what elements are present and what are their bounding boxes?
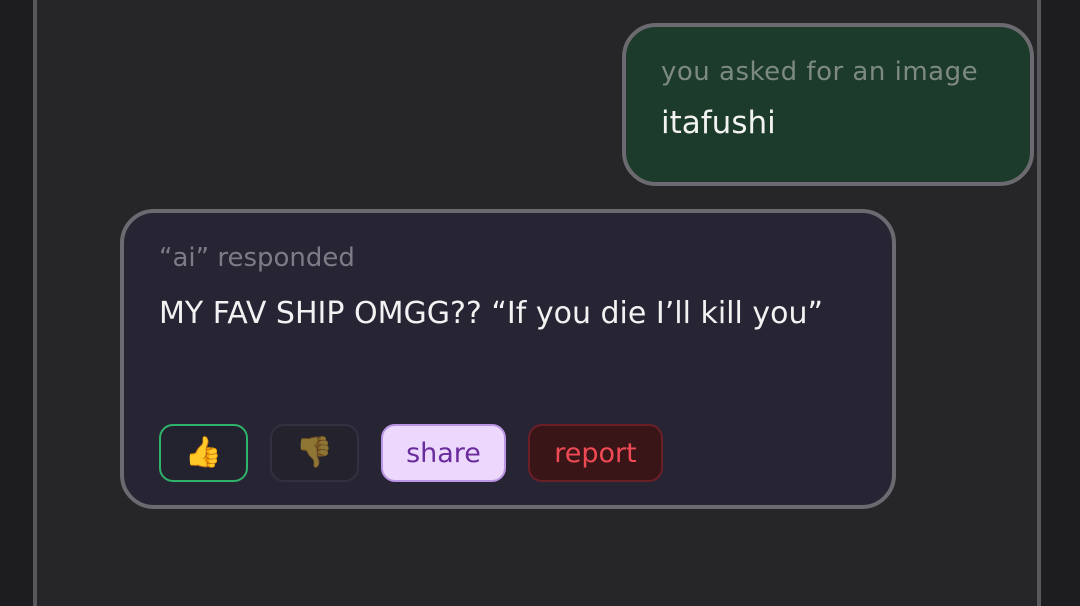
user-message-label: you asked for an image — [661, 57, 979, 87]
user-message-bubble: you asked for an image itafushi — [622, 23, 1034, 186]
dislike-button[interactable]: 👎 — [270, 424, 359, 482]
share-button[interactable]: share — [381, 424, 506, 482]
share-button-label: share — [406, 437, 481, 469]
ai-message-bubble: “ai” responded MY FAV SHIP OMGG?? “If yo… — [120, 209, 896, 509]
report-button[interactable]: report — [528, 424, 663, 482]
report-button-label: report — [554, 437, 637, 469]
thumbs-down-icon: 👎 — [295, 435, 334, 470]
thumbs-up-icon: 👍 — [184, 435, 223, 470]
like-button[interactable]: 👍 — [159, 424, 248, 482]
user-message-text: itafushi — [661, 105, 776, 141]
chat-panel: you asked for an image itafushi “ai” res… — [33, 0, 1041, 606]
ai-message-text: MY FAV SHIP OMGG?? “If you die I’ll kill… — [159, 296, 824, 331]
ai-message-label: “ai” responded — [159, 243, 355, 273]
